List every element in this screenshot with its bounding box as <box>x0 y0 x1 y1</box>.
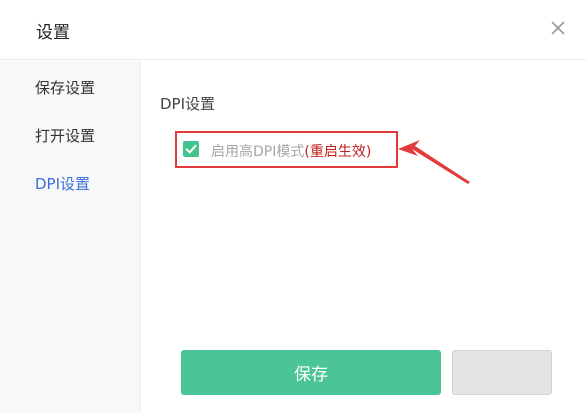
sidebar-item-save-settings[interactable]: 保存设置 <box>35 77 95 98</box>
sidebar: 保存设置 打开设置 DPI设置 <box>0 61 141 413</box>
highlight-box: 启用高DPI模式(重启生效) <box>175 131 398 168</box>
section-title: DPI设置 <box>160 95 216 113</box>
window-title: 设置 <box>36 23 70 43</box>
restart-note: (重启生效) <box>304 144 372 160</box>
check-icon <box>185 144 197 154</box>
title-bar: 设置 <box>0 0 586 60</box>
save-button[interactable]: 保存 <box>181 350 441 395</box>
arrow-icon <box>398 140 470 184</box>
secondary-button[interactable] <box>452 350 552 395</box>
high-dpi-label[interactable]: 启用高DPI模式(重启生效) <box>211 141 371 161</box>
close-icon[interactable] <box>548 18 568 38</box>
sidebar-item-open-settings[interactable]: 打开设置 <box>35 125 95 146</box>
high-dpi-text: 启用高DPI模式 <box>211 144 305 160</box>
sidebar-item-dpi-settings[interactable]: DPI设置 <box>35 173 90 194</box>
high-dpi-checkbox[interactable] <box>183 141 199 157</box>
